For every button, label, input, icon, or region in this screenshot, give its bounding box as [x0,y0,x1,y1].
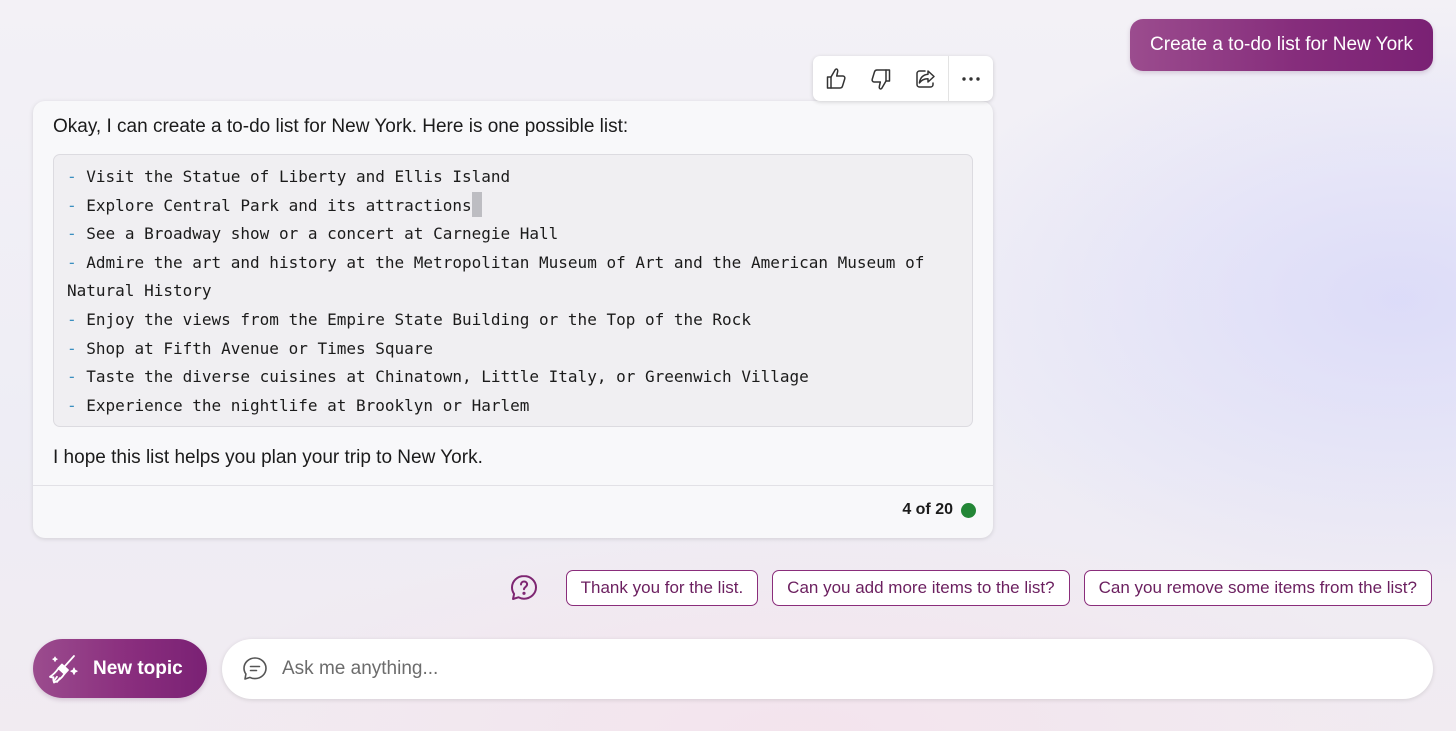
suggestion-chip-remove-items[interactable]: Can you remove some items from the list? [1083,570,1432,606]
turn-counter: 4 of 20 [902,501,976,519]
like-button[interactable] [813,56,858,101]
more-options-button[interactable] [948,56,993,101]
dislike-button[interactable] [858,56,903,101]
list-item: - Shop at Fifth Avenue or Times Square [67,338,434,358]
list-item: - Visit the Statue of Liberty and Ellis … [67,167,511,186]
response-outro: I hope this list helps you plan your tri… [53,447,483,468]
thumbs-up-icon [826,67,846,89]
response-reaction-toolbar [813,56,993,101]
more-options-icon [962,76,980,81]
list-item: - Admire the art and history at the Metr… [67,252,925,272]
question-bubble-icon [509,573,539,603]
share-icon [915,69,935,88]
turn-counter-text: 4 of 20 [902,501,953,518]
chat-bubble-icon [241,655,269,683]
card-divider [33,485,993,486]
list-item: - Enjoy the views from the Empire State … [67,309,751,329]
chat-input-field[interactable] [282,649,1382,689]
status-dot [961,502,976,518]
thumbs-down-icon [870,68,890,90]
text-cursor [471,191,482,217]
assistant-response-card: Okay, I can create a to-do list for New … [33,101,993,538]
user-message-text: Create a to-do list for New York [1150,34,1413,55]
suggestion-row: Thank you for the list. Can you add more… [509,570,1432,606]
broom-icon [47,651,83,687]
list-item: - See a Broadway show or a concert at Ca… [67,224,559,244]
list-item: - Taste the diverse cuisines at Chinatow… [67,367,809,387]
suggestion-chip-add-items[interactable]: Can you add more items to the list? [772,570,1070,606]
suggestion-chip-thanks[interactable]: Thank you for the list. [565,570,759,606]
list-item: - Explore Central Park and its attractio… [67,191,972,221]
chat-input-box[interactable] [222,639,1433,699]
user-message-bubble: Create a to-do list for New York [1130,19,1433,71]
todo-list-code-block: - Visit the Statue of Liberty and Ellis … [53,154,973,427]
new-topic-label: New topic [93,657,183,679]
list-item-continuation: Natural History [67,281,212,301]
list-item: - Experience the nightlife at Brooklyn o… [67,395,530,415]
response-intro: Okay, I can create a to-do list for New … [53,116,629,137]
new-topic-button[interactable]: New topic [33,639,207,698]
share-button[interactable] [903,56,948,101]
